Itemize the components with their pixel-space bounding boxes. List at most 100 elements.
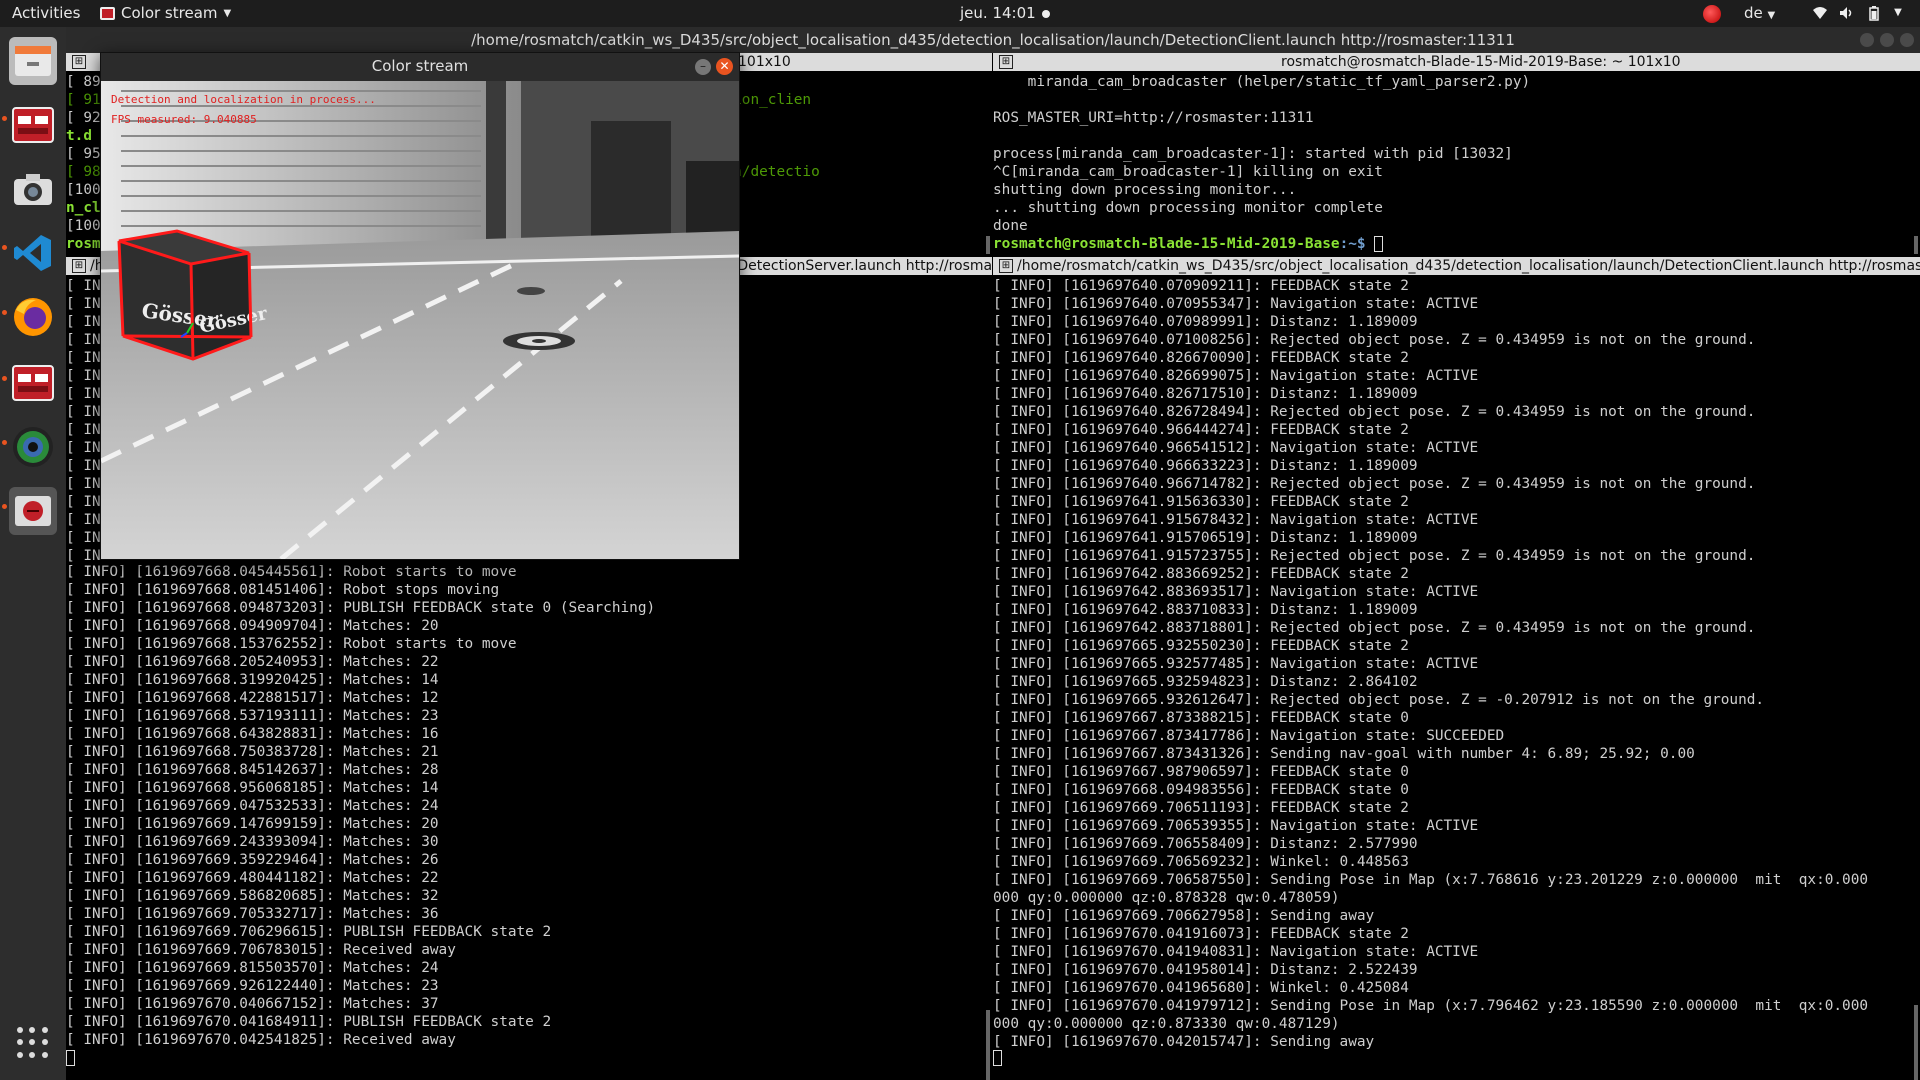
files-icon[interactable] [9,37,57,85]
clock[interactable]: jeu. 14:01 [960,4,1050,22]
terminal-line: [ INFO] [1619697669.047532533]: Matches:… [66,798,439,814]
running-indicator-icon [2,504,7,509]
terminal-line: [ INFO] [1619697668.094873203]: PUBLISH … [66,600,656,616]
volume-icon[interactable] [1838,5,1854,21]
terminal-line: [ INFO] [1619697668.422881517]: Matches:… [66,690,439,706]
terminal-line: [ IN [66,476,101,492]
terminal-prompt[interactable] [66,1049,75,1067]
terminal-line: [ IN [66,368,101,384]
minimize-button[interactable]: – [695,59,711,75]
terminal-line: [ INFO] [1619697670.041940831]: Navigati… [993,944,1479,960]
terminal-line: [ INFO] [1619697670.040667152]: Matches:… [66,996,439,1012]
terminal-line: shutting down processing monitor... [993,182,1297,198]
app-menu-label: Color stream [121,4,218,22]
terminal-line: [ IN [66,332,101,348]
system-menu-chevron-icon[interactable]: ▼ [1890,5,1906,21]
top-bar: Activities Color stream ▼ jeu. 14:01 de … [0,0,1920,27]
terminal-line: [ INFO] [1619697670.042541825]: Received… [66,1032,456,1048]
close-window-button[interactable] [1900,33,1914,47]
pane-menu-icon[interactable]: ⊞ [999,259,1013,273]
terminal-line: [ INFO] [1619697667.873431326]: Sending … [993,746,1695,762]
terminal-line: [ INFO] [1619697668.045445561]: Robot st… [66,564,517,580]
terminal-line: [ INFO] [1619697640.826699075]: Navigati… [993,368,1479,384]
terminal-prompt[interactable]: rosmatch@rosmatch-Blade-15-Mid-2019-Base… [993,235,1384,253]
terminal-line: [ INFO] [1619697668.643828831]: Matches:… [66,726,439,742]
pane-menu-icon[interactable]: ⊞ [999,55,1013,69]
terminal-line: [ INFO] [1619697668.319920425]: Matches:… [66,672,439,688]
scrollbar[interactable] [1914,1005,1918,1080]
firefox-icon[interactable] [9,293,57,341]
terminal-line: [ INFO] [1619697669.359229464]: Matches:… [66,852,439,868]
terminal-line: [ INFO] [1619697667.873417786]: Navigati… [993,728,1505,744]
battery-icon[interactable] [1866,5,1882,21]
terminal-line: [ INFO] [1619697642.883710833]: Distanz:… [993,602,1418,618]
terminal-line: [ INFO] [1619697641.915636330]: FEEDBACK… [993,494,1409,510]
camera-image: Gösser Gösser Detection and localization… [101,81,739,559]
terminal-line: [ INFO] [1619697665.932612647]: Rejected… [993,692,1765,708]
scrollbar[interactable] [986,1010,990,1080]
terminal-line: [ INFO] [1619697668.081451406]: Robot st… [66,582,500,598]
running-indicator-icon [2,310,7,315]
terminal-line: [ INFO] [1619697670.041958014]: Distanz:… [993,962,1418,978]
record-icon[interactable] [9,487,57,535]
terminal-line: 000 qy:0.000000 qz:0.878328 qw:0.478059) [993,890,1340,906]
terminal-line: [ INFO] [1619697670.041979712]: Sending … [993,998,1869,1014]
vscode-icon[interactable] [9,229,57,277]
chevron-down-icon: ▼ [1767,10,1776,21]
terminal-line: [ INFO] [1619697641.915706519]: Distanz:… [993,530,1418,546]
terminal-line: [ IN [66,530,101,546]
terminal-line: [ IN [66,314,101,330]
color-stream-window[interactable]: Color stream – ✕ Gösser Gösser Detection… [100,52,740,560]
terminal-cursor [66,1050,75,1066]
camera-icon[interactable] [9,165,57,213]
terminal-pane-bottom-right[interactable]: ⊞ /home/rosmatch/catkin_ws_D435/src/objec… [993,257,1920,1080]
terminal-prompt[interactable] [993,1049,1002,1067]
terminal-line: [ INFO] [1619697669.706783015]: Received… [66,942,456,958]
terminal-line: [ INFO] [1619697670.041684911]: PUBLISH … [66,1014,552,1030]
terminal-line: process[miranda_cam_broadcaster-1]: star… [993,146,1513,162]
terminal-line: [ INFO] [1619697667.987906597]: FEEDBACK… [993,764,1409,780]
keyboard-layout[interactable]: de ▼ [1744,4,1775,22]
terminal-line: ROS_MASTER_URI=http://rosmaster:11311 [993,110,1314,126]
terminal-line: [ INFO] [1619697641.915678432]: Navigati… [993,512,1479,528]
app-menu[interactable]: Color stream ▼ [100,4,231,22]
terminal-pane-top-right[interactable]: ⊞ rosmatch@rosmatch-Blade-15-Mid-2019-Bas… [993,53,1920,255]
pane-menu-icon[interactable]: ⊞ [72,259,86,273]
terminal-line: [ INFO] [1619697642.883669252]: FEEDBACK… [993,566,1409,582]
pane-header: ⊞ /home/rosmatch/catkin_ws_D435/src/objec… [993,257,1920,275]
pane-menu-icon[interactable]: ⊞ [72,55,86,69]
terminal-line: [ INFO] [1619697640.966714782]: Rejected… [993,476,1756,492]
running-indicator-icon [2,376,7,381]
maximize-window-button[interactable] [1880,33,1894,47]
terminal-line: done [993,218,1028,234]
terminal-line: [ INFO] [1619697640.070909211]: FEEDBACK… [993,278,1409,294]
terminal-icon[interactable] [9,359,57,407]
scrollbar[interactable] [986,236,990,254]
terminal-line: [ INFO] [1619697665.932577485]: Navigati… [993,656,1479,672]
minimize-window-button[interactable] [1860,33,1874,47]
terminal-line: [ INFO] [1619697640.071008256]: Rejected… [993,332,1756,348]
terminal-line: [ IN [66,404,101,420]
color-picker-icon[interactable] [9,423,57,471]
terminal-line: [ IN [66,440,101,456]
scrollbar[interactable] [1914,236,1918,254]
status-overlay: Detection and localization in process... [111,93,376,106]
color-stream-title[interactable]: Color stream [101,53,739,80]
terminal-line: [ INFO] [1619697669.706539355]: Navigati… [993,818,1479,834]
app-menu-icon [100,6,115,20]
terminal-icon[interactable] [9,101,57,149]
activities-button[interactable]: Activities [12,4,80,22]
terminal-line: [ INFO] [1619697668.094909704]: Matches:… [66,618,439,634]
terminal-line: [ INFO] [1619697668.153762552]: Robot st… [66,636,517,652]
terminal-line: [ INFO] [1619697667.873388215]: FEEDBACK… [993,710,1409,726]
recording-icon[interactable] [1703,5,1721,23]
terminal-line: [ INFO] [1619697640.966633223]: Distanz:… [993,458,1418,474]
terminal-line: [ INFO] [1619697641.915723755]: Rejected… [993,548,1756,564]
close-button[interactable]: ✕ [716,58,733,75]
wifi-icon[interactable] [1812,5,1828,21]
terminal-window-title: /home/rosmatch/catkin_ws_D435/src/object… [66,27,1920,53]
show-applications-icon[interactable] [17,1027,49,1059]
terminal-cursor [1374,236,1384,252]
